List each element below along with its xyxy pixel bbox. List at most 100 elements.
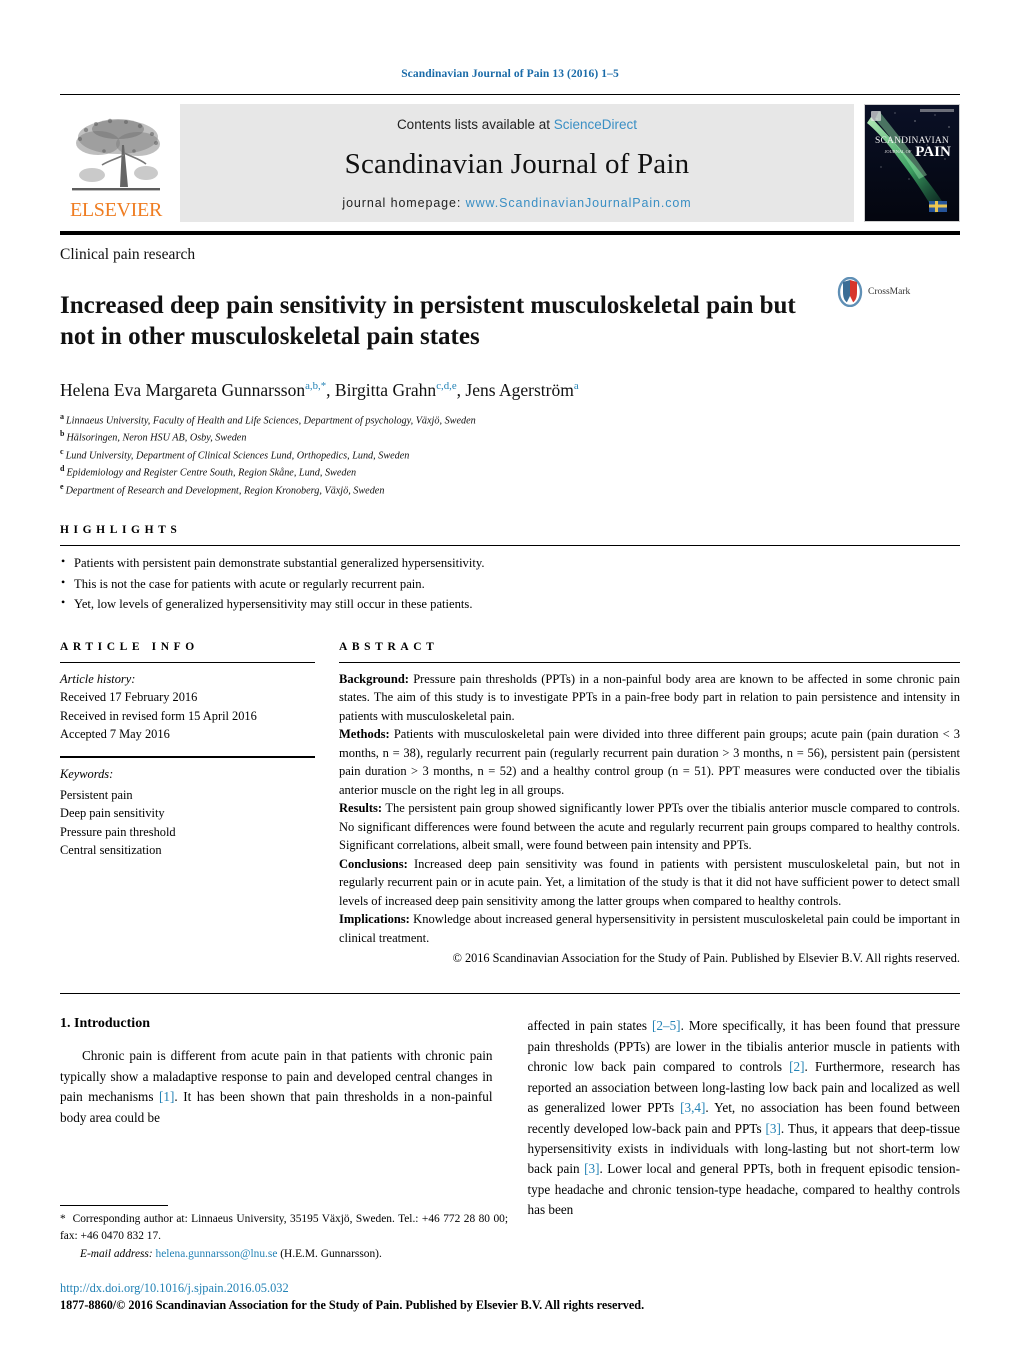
citation-ref[interactable]: [3] [584, 1161, 599, 1176]
abstract-section: Results: The persistent pain group showe… [339, 799, 960, 855]
abstract-section: Background: Pressure pain thresholds (PP… [339, 670, 960, 726]
affiliation-label: e [60, 481, 64, 491]
keywords-rule [60, 756, 315, 759]
affiliation-label: b [60, 429, 65, 439]
footnote-rule [60, 1205, 168, 1207]
journal-title: Scandinavian Journal of Pain [344, 147, 690, 180]
affiliation-text: Linnaeus University, Faculty of Health a… [66, 415, 476, 427]
email-owner: (H.E.M. Gunnarsson). [280, 1248, 382, 1261]
running-head: Scandinavian Journal of Pain 13 (2016) 1… [401, 68, 619, 80]
citation-ref[interactable]: [3] [766, 1121, 781, 1136]
article-info-column: ARTICLE INFO Article history: Received 1… [60, 641, 315, 968]
page-title: Increased deep pain sensitivity in persi… [60, 291, 796, 350]
affiliation-item: b Hälsoringen, Neron HSU AB, Osby, Sweden [60, 428, 960, 445]
abstract-section-text: The persistent pain group showed signifi… [339, 801, 960, 853]
masthead-bottom-rule [60, 231, 960, 235]
abstract-column: ABSTRACT Background: Pressure pain thres… [339, 641, 960, 968]
author-affiliation-marks: c,d,e [436, 380, 457, 393]
abstract-section-text: Pressure pain thresholds (PPTs) in a non… [339, 671, 960, 723]
author-entry: Birgitta Grahnc,d,e [335, 380, 457, 400]
journal-homepage-link[interactable]: www.ScandinavianJournalPain.com [466, 196, 692, 210]
corresponding-author-footnote: * Corresponding author at: Linnaeus Univ… [60, 1205, 508, 1263]
citation-ref[interactable]: [1] [159, 1089, 174, 1104]
author-email-link[interactable]: helena.gunnarsson@lnu.se [156, 1248, 278, 1260]
issn-copyright-line: 1877-8860/© 2016 Scandinavian Associatio… [60, 1297, 645, 1312]
article-history-item: Accepted 7 May 2016 [60, 727, 170, 742]
affiliation-label: d [60, 464, 65, 474]
article-history-item: Received in revised form 15 April 2016 [60, 708, 257, 723]
header-rule [60, 94, 960, 95]
journal-masthead: ELSEVIER Contents lists available at Sci… [60, 104, 960, 222]
highlights-list: Patients with persistent pain demonstrat… [60, 552, 960, 614]
abstract-bottom-rule [60, 993, 960, 995]
author-list: Helena Eva Margareta Gunnarssona,b,*, Bi… [60, 380, 960, 401]
homepage-prefix: journal homepage: [342, 196, 466, 210]
author-affiliation-marks: a [573, 380, 579, 393]
info-abstract-section: ARTICLE INFO Article history: Received 1… [60, 641, 960, 968]
list-item: Patients with persistent pain demonstrat… [60, 552, 960, 573]
journal-cover-thumbnail: SCANDINAVIAN JOURNAL OF PAIN [864, 104, 960, 222]
body-column-right: affected in pain states [2–5]. More spec… [528, 1016, 961, 1221]
body-paragraph: Chronic pain is different from acute pai… [60, 1046, 493, 1128]
contents-prefix: Contents lists available at [396, 117, 554, 132]
abstract-heading: ABSTRACT [339, 640, 439, 653]
affiliation-text: Hälsoringen, Neron HSU AB, Osby, Sweden [66, 432, 247, 444]
keyword-item: Central sensitization [60, 843, 162, 858]
author-name: Birgitta Grahn [334, 380, 437, 400]
keywords-list: Persistent pain Deep pain sensitivity Pr… [60, 786, 315, 860]
body-columns: 1. Introduction Chronic pain is differen… [60, 1016, 960, 1221]
highlights-rule [60, 545, 960, 547]
doi-link[interactable]: http://dx.doi.org/10.1016/j.sjpain.2016.… [60, 1280, 960, 1297]
sciencedirect-link[interactable]: ScienceDirect [554, 117, 637, 132]
aurora-cover-image: SCANDINAVIAN JOURNAL OF PAIN [865, 105, 959, 221]
citation-ref[interactable]: [2–5] [652, 1018, 681, 1033]
citation-ref[interactable]: [2] [789, 1059, 804, 1074]
affiliation-text: Lund University, Department of Clinical … [65, 450, 410, 462]
author-affiliation-marks: a,b, [305, 380, 321, 393]
list-item: Yet, low levels of generalized hypersens… [60, 593, 960, 614]
elsevier-tree-icon [72, 118, 160, 191]
crossmark-badge[interactable]: CrossMark [835, 273, 940, 307]
affiliation-text: Epidemiology and Register Centre South, … [66, 467, 357, 479]
keyword-item: Deep pain sensitivity [60, 806, 165, 821]
abstract-section-text: Increased deep pain sensitivity was foun… [339, 856, 960, 908]
article-type: Clinical pain research [60, 246, 196, 263]
section-heading-introduction: 1. Introduction [60, 1016, 150, 1032]
footnote-star: * [60, 1213, 66, 1226]
abstract-section-label: Methods: [339, 727, 390, 742]
abstract-section-label: Background: [339, 671, 409, 686]
elsevier-logo: ELSEVIER [60, 104, 172, 222]
author-name: Jens Agerström [465, 380, 574, 400]
affiliation-item: a Linnaeus University, Faculty of Health … [60, 411, 960, 428]
abstract-section: Implications: Knowledge about increased … [339, 910, 960, 947]
page-footer: http://dx.doi.org/10.1016/j.sjpain.2016.… [60, 1280, 960, 1313]
keyword-item: Pressure pain threshold [60, 824, 176, 839]
svg-text:PAIN: PAIN [915, 144, 951, 160]
footnote-email-line: E-mail address: helena.gunnarsson@lnu.se… [60, 1246, 508, 1263]
crossmark-icon [837, 277, 863, 307]
author-entry: Jens Agerströma [465, 380, 578, 400]
elsevier-wordmark: ELSEVIER [69, 199, 163, 221]
body-column-left: 1. Introduction Chronic pain is differen… [60, 1016, 493, 1221]
abstract-section-text: Patients with musculoskeletal pain were … [339, 727, 960, 797]
list-item: This is not the case for patients with a… [60, 573, 960, 594]
title-row: Increased deep pain sensitivity in persi… [60, 273, 960, 369]
abstract-rule [339, 661, 960, 663]
citation-ref[interactable]: [3,4] [680, 1100, 705, 1115]
keyword-item: Persistent pain [60, 787, 133, 802]
email-label: E-mail address: [80, 1248, 153, 1261]
author-name: Helena Eva Margareta Gunnarsson [60, 380, 306, 400]
corresponding-author-details: Corresponding author at: Linnaeus Univer… [60, 1213, 508, 1243]
abstract-section: Methods: Patients with musculoskeletal p… [339, 725, 960, 799]
crossmark-label: CrossMark [868, 287, 911, 297]
affiliation-item: e Department of Research and Development,… [60, 481, 960, 498]
author-separator: , [326, 380, 335, 400]
journal-info-box: Contents lists available at ScienceDirec… [180, 104, 854, 222]
abstract-copyright: © 2016 Scandinavian Association for the … [452, 951, 960, 966]
article-page: Scandinavian Journal of Pain 13 (2016) 1… [0, 0, 1020, 1351]
keywords-label: Keywords: [60, 767, 114, 782]
author-entry: Helena Eva Margareta Gunnarssona,b,* [60, 380, 326, 400]
article-history-label: Article history: [60, 671, 136, 686]
abstract-section-label: Implications: [339, 912, 410, 927]
affiliation-item: c Lund University, Department of Clinical… [60, 446, 960, 463]
